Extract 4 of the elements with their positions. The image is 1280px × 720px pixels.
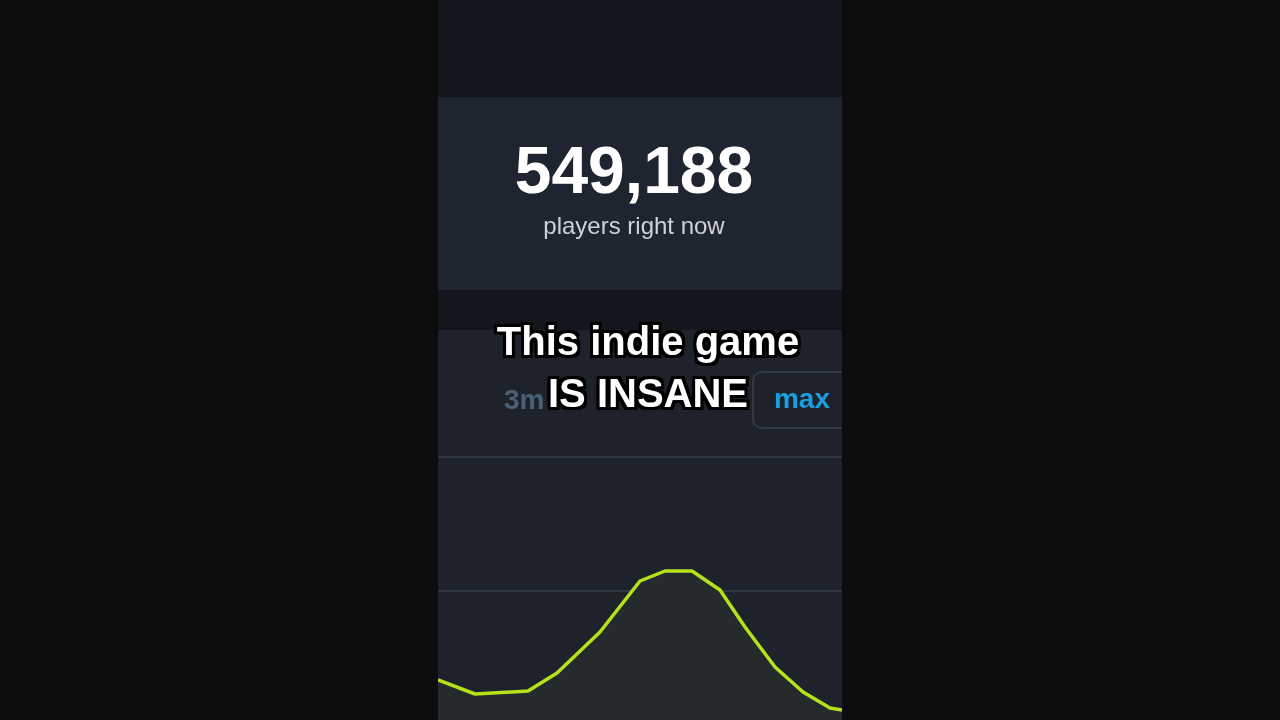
player-count-label: players right now bbox=[543, 211, 725, 240]
player-count: 549,188 bbox=[514, 133, 754, 206]
caption-text: IS INSANE bbox=[547, 370, 748, 417]
caption-text: This indie game bbox=[496, 318, 800, 365]
